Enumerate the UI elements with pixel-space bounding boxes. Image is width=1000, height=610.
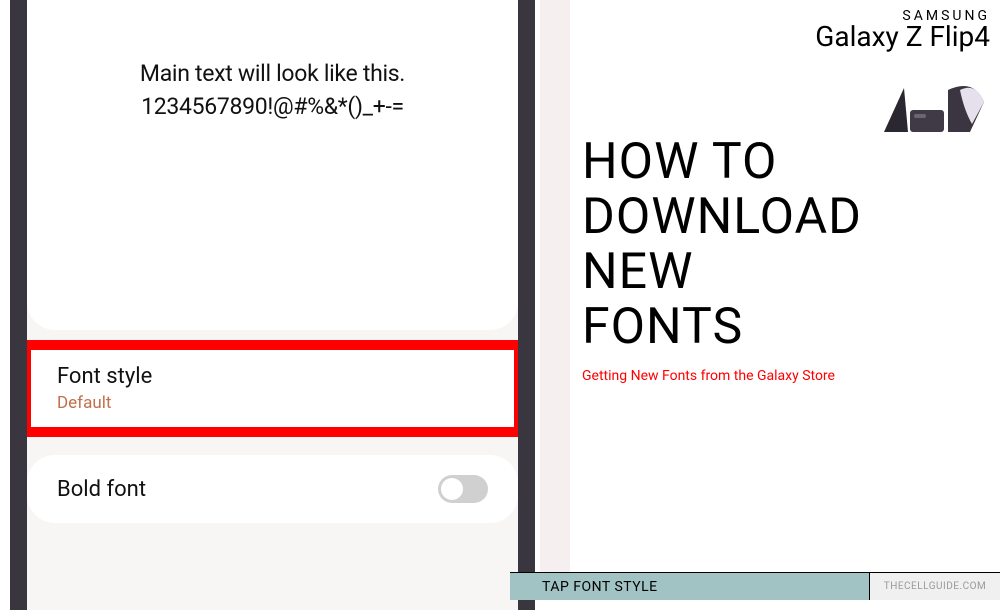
bold-font-toggle[interactable] [438,475,488,503]
preview-line2: 1234567890!@#%&*()_+-= [47,93,498,120]
page-title: HOW TO DOWNLOAD NEW FONTS [582,135,862,355]
font-style-label: Font style [57,364,152,389]
source-credit: THECELLGUIDE.COM [870,572,1000,600]
title-l4: FONTS [582,300,862,355]
font-style-value: Default [57,393,152,413]
step-caption: TAP FONT STYLE [510,572,870,600]
bold-font-label: Bold font [57,477,146,502]
bold-font-row[interactable]: Bold font [27,455,518,523]
font-preview: Main text will look like this. 123456789… [27,0,518,330]
brand-block: SAMSUNG Galaxy Z Flip4 [815,8,990,53]
divider-band [540,0,570,600]
preview-line1: Main text will look like this. [47,60,498,87]
phone-screen: Main text will look like this. 123456789… [10,0,535,610]
subtitle: Getting New Fonts from the Galaxy Store [582,368,835,384]
brand-product: Galaxy Z Flip4 [815,20,990,53]
font-style-row[interactable]: Font style Default [21,340,524,437]
device-art-icon [878,76,988,138]
title-l1: HOW TO [582,135,862,190]
title-l3: NEW [582,245,862,300]
title-l2: DOWNLOAD [582,190,862,245]
